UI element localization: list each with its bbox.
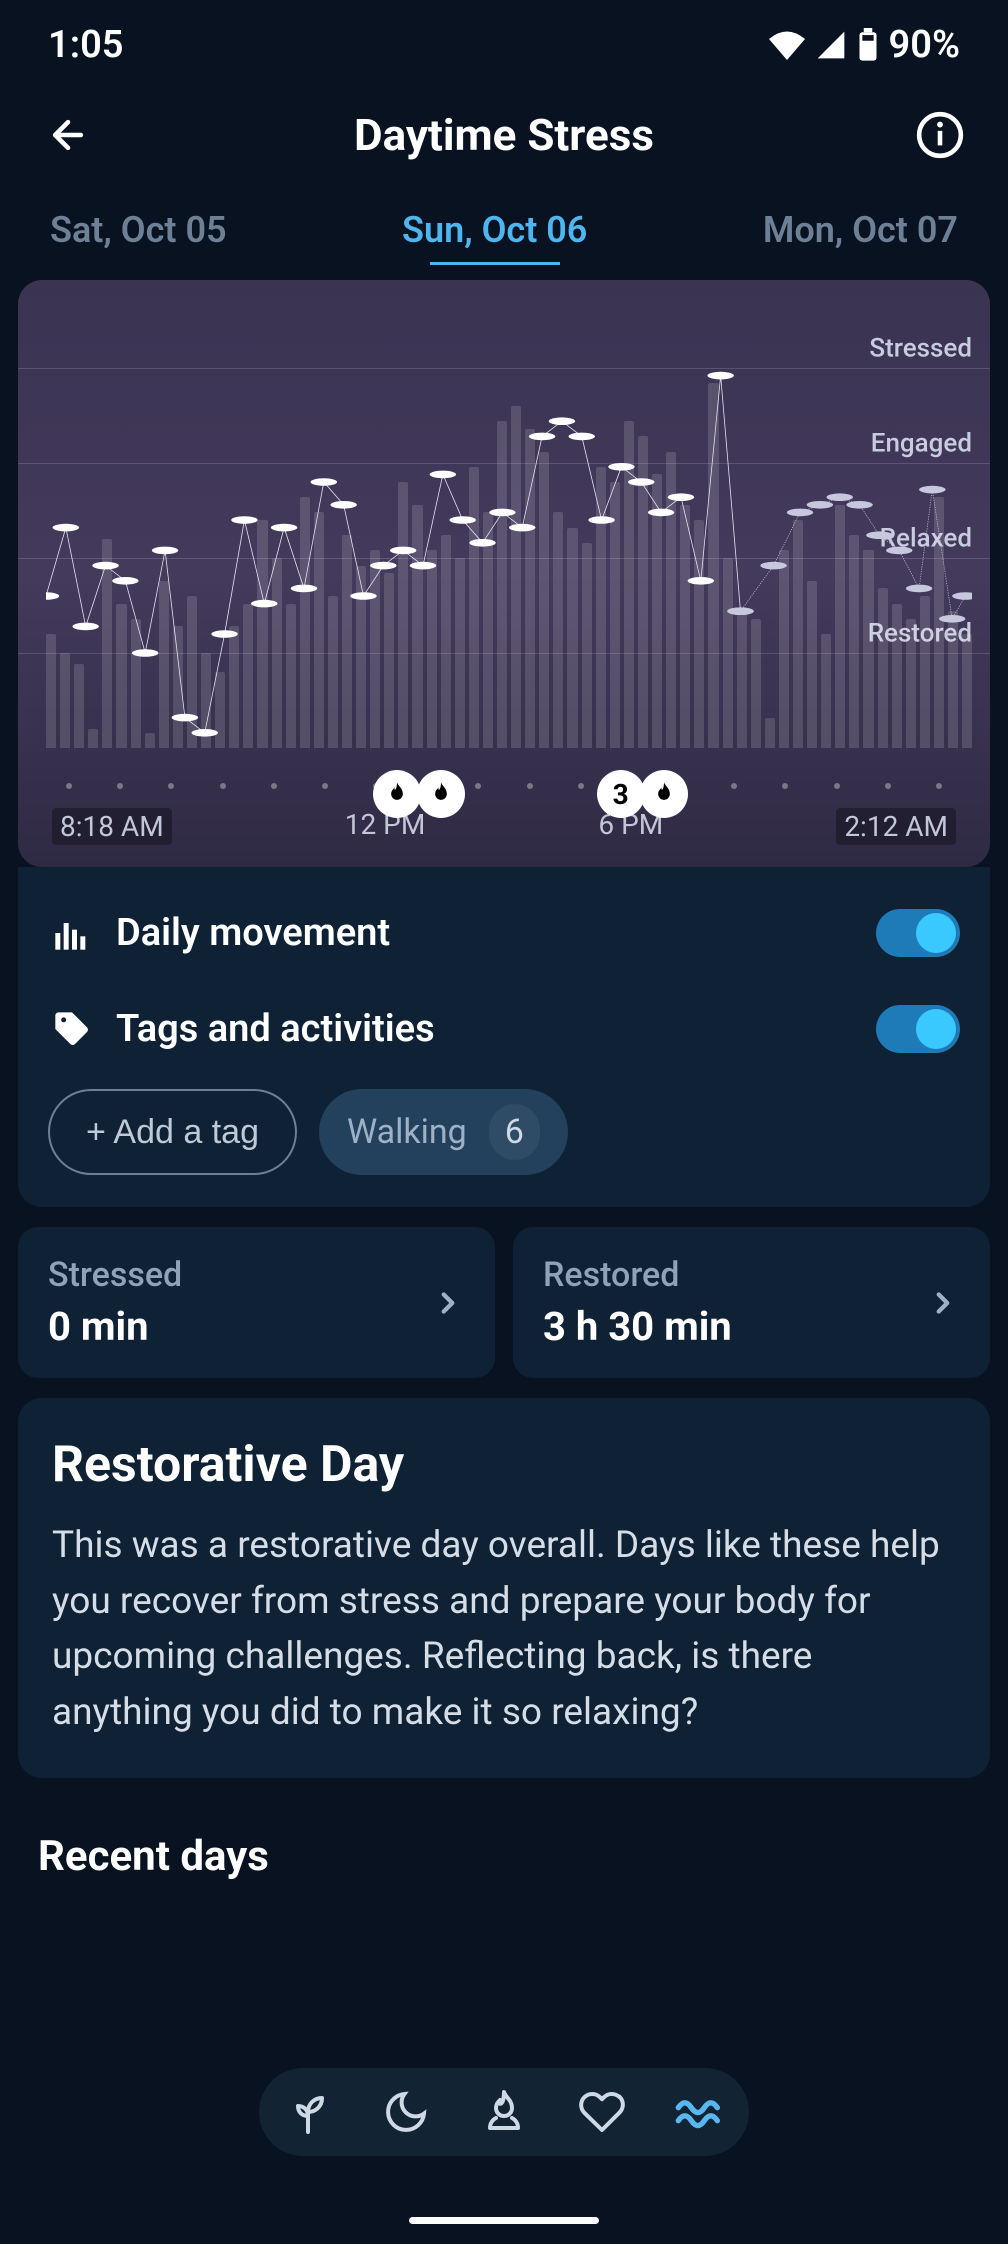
home-indicator[interactable]	[409, 2217, 599, 2224]
restorative-card: Restorative Day This was a restorative d…	[18, 1398, 990, 1778]
timeline-dot	[936, 783, 942, 789]
timeline-dot	[731, 783, 737, 789]
time-end: 2:12 AM	[836, 808, 956, 845]
moon-icon	[382, 2088, 430, 2136]
timeline-dot	[220, 783, 226, 789]
wifi-icon	[769, 30, 805, 60]
daily-movement-toggle[interactable]	[876, 909, 960, 957]
tag-icon	[48, 1009, 96, 1049]
info-icon	[915, 110, 965, 160]
daily-movement-label: Daily movement	[116, 911, 876, 955]
status-time: 1:05	[48, 23, 123, 67]
flame-icon	[480, 2088, 528, 2136]
stressed-card[interactable]: Stressed 0 min	[18, 1227, 495, 1378]
tag-count: 6	[489, 1104, 540, 1160]
timeline-dot	[885, 783, 891, 789]
tab-prev-day[interactable]: Sat, Oct 05	[50, 209, 227, 251]
timeline-dot	[475, 783, 481, 789]
time-axis: 8:18 AM 12 PM 6 PM 2:12 AM	[18, 808, 990, 845]
flame-badge[interactable]	[373, 770, 421, 818]
toggles-section: Daily movement Tags and activities + Add…	[18, 867, 990, 1207]
timeline-dot	[834, 783, 840, 789]
add-tag-button[interactable]: + Add a tag	[48, 1089, 297, 1175]
timeline-dot	[271, 783, 277, 789]
timeline-dot	[66, 783, 72, 789]
bottom-nav	[259, 2068, 749, 2156]
restorative-body: This was a restorative day overall. Days…	[52, 1518, 956, 1740]
restored-label: Restored	[543, 1255, 732, 1295]
nav-heart[interactable]	[574, 2084, 630, 2140]
timeline-dot	[117, 783, 123, 789]
count-badge[interactable]: 3	[597, 770, 645, 818]
restored-value: 3 h 30 min	[543, 1303, 732, 1350]
header-bar: Daytime Stress	[0, 90, 1008, 180]
page-title: Daytime Stress	[354, 109, 654, 161]
nav-vitals[interactable]	[280, 2084, 336, 2140]
timeline-dot	[168, 783, 174, 789]
daily-movement-row: Daily movement	[48, 885, 960, 981]
time-start: 8:18 AM	[52, 808, 172, 845]
nav-stress[interactable]	[672, 2084, 728, 2140]
arrow-left-icon	[46, 113, 90, 157]
chevron-right-icon	[431, 1286, 465, 1320]
battery-icon	[857, 28, 879, 62]
plant-icon	[284, 2088, 332, 2136]
restored-card[interactable]: Restored 3 h 30 min	[513, 1227, 990, 1378]
timeline-dot	[782, 783, 788, 789]
date-tabs: Sat, Oct 05 Sun, Oct 06 Mon, Oct 07	[0, 190, 1008, 270]
stressed-label: Stressed	[48, 1255, 182, 1295]
heart-icon	[578, 2088, 626, 2136]
timeline-dot	[578, 783, 584, 789]
tag-label: Walking	[347, 1112, 467, 1152]
timeline-dot	[527, 783, 533, 789]
stress-line	[46, 368, 972, 748]
tags-toggle[interactable]	[876, 1005, 960, 1053]
signal-icon	[815, 30, 847, 60]
timeline-dot	[322, 783, 328, 789]
stress-chart-card: Stressed Engaged Relaxed Restored 3 8:18…	[18, 280, 990, 867]
stress-chart[interactable]: Stressed Engaged Relaxed Restored	[18, 368, 990, 748]
restorative-title: Restorative Day	[52, 1436, 956, 1494]
wave-icon	[674, 2086, 726, 2138]
battery-percent: 90%	[889, 23, 960, 67]
back-button[interactable]	[40, 107, 96, 163]
tab-current-day[interactable]: Sun, Oct 06	[402, 209, 587, 251]
tag-buttons-row: + Add a tag Walking 6	[48, 1089, 960, 1175]
tab-next-day[interactable]: Mon, Oct 07	[763, 209, 958, 251]
activity-badges-row: 3	[18, 748, 990, 808]
status-icons: 90%	[769, 23, 960, 67]
nav-sleep[interactable]	[378, 2084, 434, 2140]
tags-label: Tags and activities	[116, 1007, 876, 1051]
summary-row: Stressed 0 min Restored 3 h 30 min	[18, 1227, 990, 1378]
info-button[interactable]	[912, 107, 968, 163]
bar-chart-icon	[48, 913, 96, 953]
tags-row: Tags and activities	[48, 981, 960, 1077]
status-bar: 1:05 90%	[0, 0, 1008, 90]
zone-label-stressed: Stressed	[869, 334, 972, 364]
nav-activity[interactable]	[476, 2084, 532, 2140]
tag-walking[interactable]: Walking 6	[319, 1089, 568, 1175]
stressed-value: 0 min	[48, 1303, 182, 1350]
chevron-right-icon	[926, 1286, 960, 1320]
recent-days-heading: Recent days	[38, 1832, 970, 1881]
flame-badge[interactable]	[417, 770, 465, 818]
